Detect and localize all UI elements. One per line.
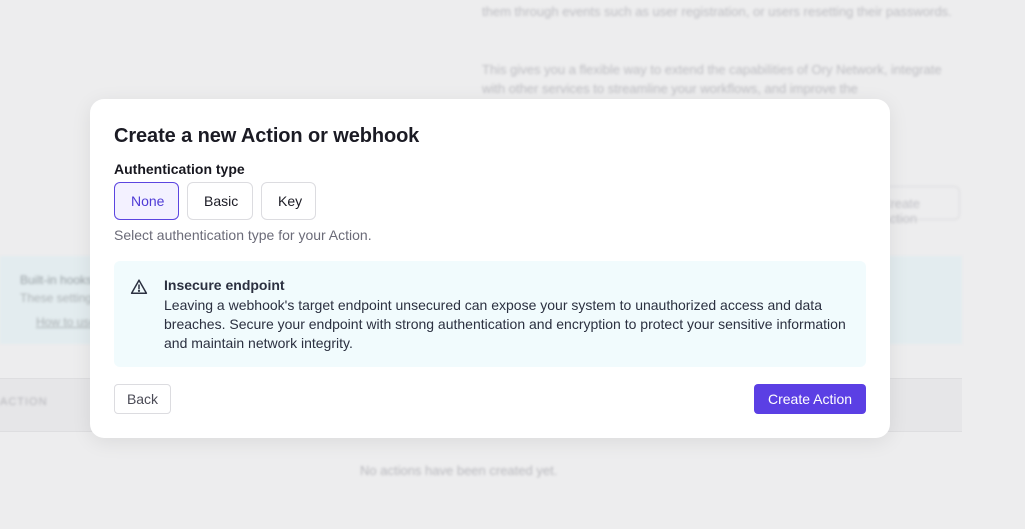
background-paragraph: This gives you a flexible way to extend …	[482, 62, 942, 96]
auth-option-none[interactable]: None	[114, 182, 179, 220]
background-band-link: How to use	[36, 315, 97, 329]
warning-triangle-icon	[130, 278, 148, 296]
insecure-endpoint-alert: Insecure endpoint Leaving a webhook's ta…	[114, 261, 866, 367]
background-table-header-label: ACTION	[0, 396, 48, 408]
auth-option-key[interactable]: Key	[261, 182, 316, 220]
create-action-button[interactable]: Create Action	[754, 384, 866, 414]
background-empty-message: No actions have been created yet.	[360, 463, 558, 478]
alert-body: Leaving a webhook's target endpoint unse…	[164, 297, 846, 351]
background-band-title: Built-in hooks	[20, 273, 93, 287]
auth-type-selector: None Basic Key	[114, 182, 316, 220]
background-band-text: These settings	[20, 291, 99, 305]
auth-option-basic[interactable]: Basic	[187, 182, 253, 220]
auth-type-label: Authentication type	[114, 161, 245, 177]
background-paragraph: them through events such as user registr…	[482, 4, 952, 19]
create-action-dialog: Create a new Action or webhook Authentic…	[90, 99, 890, 438]
dialog-title: Create a new Action or webhook	[114, 125, 420, 147]
auth-type-help: Select authentication type for your Acti…	[114, 227, 372, 243]
alert-title: Insecure endpoint	[164, 277, 285, 293]
back-button[interactable]: Back	[114, 384, 171, 414]
